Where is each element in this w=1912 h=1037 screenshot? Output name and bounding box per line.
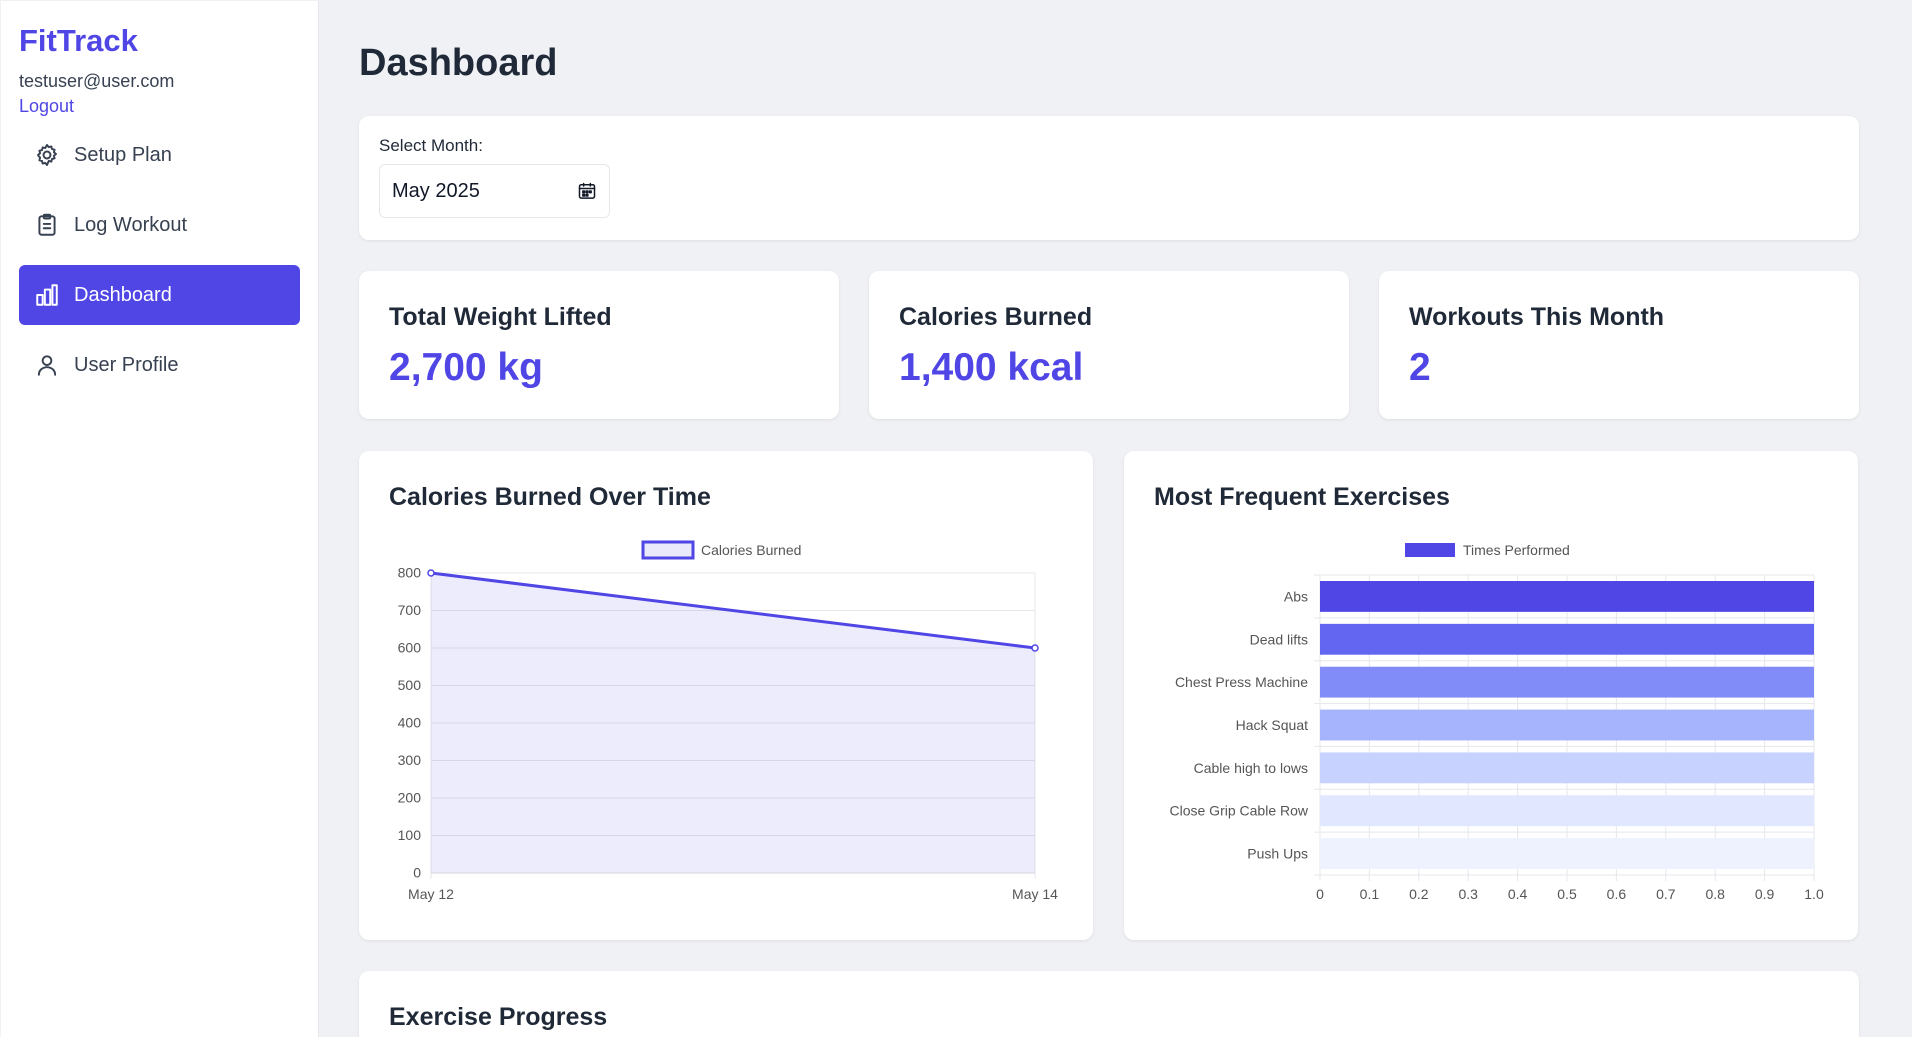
y-tick-label: 0	[413, 865, 421, 881]
month-label: Select Month:	[379, 136, 483, 155]
exercise-progress-card: Exercise Progress	[359, 971, 1859, 1037]
y-tick-label: 200	[398, 790, 422, 806]
month-value: May 2025	[392, 179, 480, 202]
month-input[interactable]: May 2025	[379, 164, 610, 218]
x-tick-label: 0.9	[1755, 886, 1775, 902]
x-tick-label: 0.8	[1705, 886, 1725, 902]
y-tick-label: 600	[398, 640, 422, 656]
user-email: testuser@user.com	[19, 71, 175, 91]
y-tick-label: 300	[398, 752, 422, 768]
x-tick-label: May 14	[1012, 886, 1058, 902]
clipboard-icon	[38, 213, 56, 236]
chart-title: Exercise Progress	[389, 1003, 608, 1031]
bar-chart-icon	[36, 284, 58, 306]
x-tick-label: 0.6	[1607, 886, 1627, 902]
bar	[1320, 709, 1814, 741]
stat-value: 1,400 kcal	[899, 346, 1084, 389]
x-tick-label: 0.2	[1409, 886, 1429, 902]
sidebar-nav: Setup Plan Log Workout Dashboard User Pr…	[19, 125, 300, 395]
stat-value: 2	[1409, 346, 1431, 389]
x-tick-label: 0.7	[1656, 886, 1676, 902]
stat-title: Total Weight Lifted	[389, 303, 612, 331]
y-tick-label: Dead lifts	[1250, 631, 1308, 647]
chart-title: Calories Burned Over Time	[389, 483, 711, 511]
calories-chart-card: Calories Burned Over Time 0 100 200 300 400 5…	[359, 451, 1093, 940]
brand-logo[interactable]: FitTrack	[19, 23, 300, 59]
page-title: Dashboard	[359, 42, 558, 84]
exercises-chart-card: Most Frequent Exercises 0 0.1 0.2 0.3 0.4 0.5…	[1124, 451, 1858, 940]
y-tick-label: 100	[398, 827, 422, 843]
y-tick-label: 500	[398, 677, 422, 693]
x-tick-label: May 12	[408, 886, 454, 902]
data-point	[427, 569, 435, 577]
x-tick-label: 0.4	[1508, 886, 1528, 902]
exercises-bar-chart: 0 0.1 0.2 0.3 0.4 0.5 0.6 0.7 0.8 0.9 1.0 Abs Dead l…	[1170, 542, 1824, 902]
y-tick-label: Hack Squat	[1236, 717, 1308, 733]
main-content: Dashboard Select Month: May 2025 Total W…	[359, 0, 1860, 1037]
y-tick-label: 400	[398, 715, 422, 731]
calendar-icon[interactable]	[577, 181, 597, 201]
user-icon	[37, 355, 57, 376]
bar	[1320, 795, 1814, 827]
sidebar-item-log-workout[interactable]: Log Workout	[19, 195, 300, 255]
y-tick-label: Abs	[1284, 588, 1308, 604]
y-tick-label: 700	[398, 602, 422, 618]
bar	[1320, 623, 1814, 655]
area-fill	[431, 573, 1035, 873]
y-tick-label: Cable high to lows	[1194, 760, 1308, 776]
calories-line-chart: 0 100 200 300 400 500 600 700 800 May 12 May 14 Cal…	[398, 540, 1058, 902]
x-tick-label: 0	[1316, 886, 1324, 902]
stat-title: Calories Burned	[899, 303, 1093, 331]
logout-link[interactable]: Logout	[19, 96, 74, 117]
legend-label: Calories Burned	[701, 542, 801, 558]
gear-icon	[37, 144, 57, 166]
x-tick-label: 0.3	[1458, 886, 1478, 902]
data-point	[1031, 644, 1039, 652]
stat-title: Workouts This Month	[1409, 303, 1665, 331]
stat-card-workouts: Workouts This Month 2	[1379, 271, 1859, 419]
legend-swatch	[1405, 543, 1455, 557]
sidebar: FitTrack testuser@user.com Logout Setup …	[1, 1, 319, 1037]
stat-value: 2,700 kg	[389, 346, 543, 389]
bar	[1320, 838, 1814, 869]
y-tick-label: Chest Press Machine	[1175, 674, 1308, 690]
bar	[1320, 752, 1814, 784]
sidebar-item-label: Dashboard	[74, 283, 172, 306]
sidebar-item-label: User Profile	[74, 353, 179, 376]
bar	[1320, 581, 1814, 612]
sidebar-item-dashboard[interactable]: Dashboard	[19, 265, 300, 325]
y-tick-label: 800	[398, 565, 422, 581]
sidebar-item-setup-plan[interactable]: Setup Plan	[19, 125, 300, 185]
legend-swatch	[641, 540, 695, 560]
sidebar-item-user-profile[interactable]: User Profile	[19, 335, 300, 395]
x-tick-label: 0.5	[1557, 886, 1577, 902]
bar	[1320, 666, 1814, 698]
stat-card-total-weight: Total Weight Lifted 2,700 kg	[359, 271, 839, 419]
y-tick-label: Push Ups	[1247, 846, 1308, 862]
y-tick-label: Close Grip Cable Row	[1170, 803, 1309, 819]
chart-title: Most Frequent Exercises	[1154, 483, 1450, 511]
stat-card-calories: Calories Burned 1,400 kcal	[869, 271, 1349, 419]
legend-label: Times Performed	[1463, 542, 1570, 558]
x-tick-label: 1.0	[1804, 886, 1824, 902]
sidebar-item-label: Setup Plan	[74, 143, 172, 166]
sidebar-item-label: Log Workout	[74, 213, 188, 236]
x-tick-label: 0.1	[1360, 886, 1380, 902]
month-selector-card: Select Month: May 2025	[359, 116, 1859, 240]
